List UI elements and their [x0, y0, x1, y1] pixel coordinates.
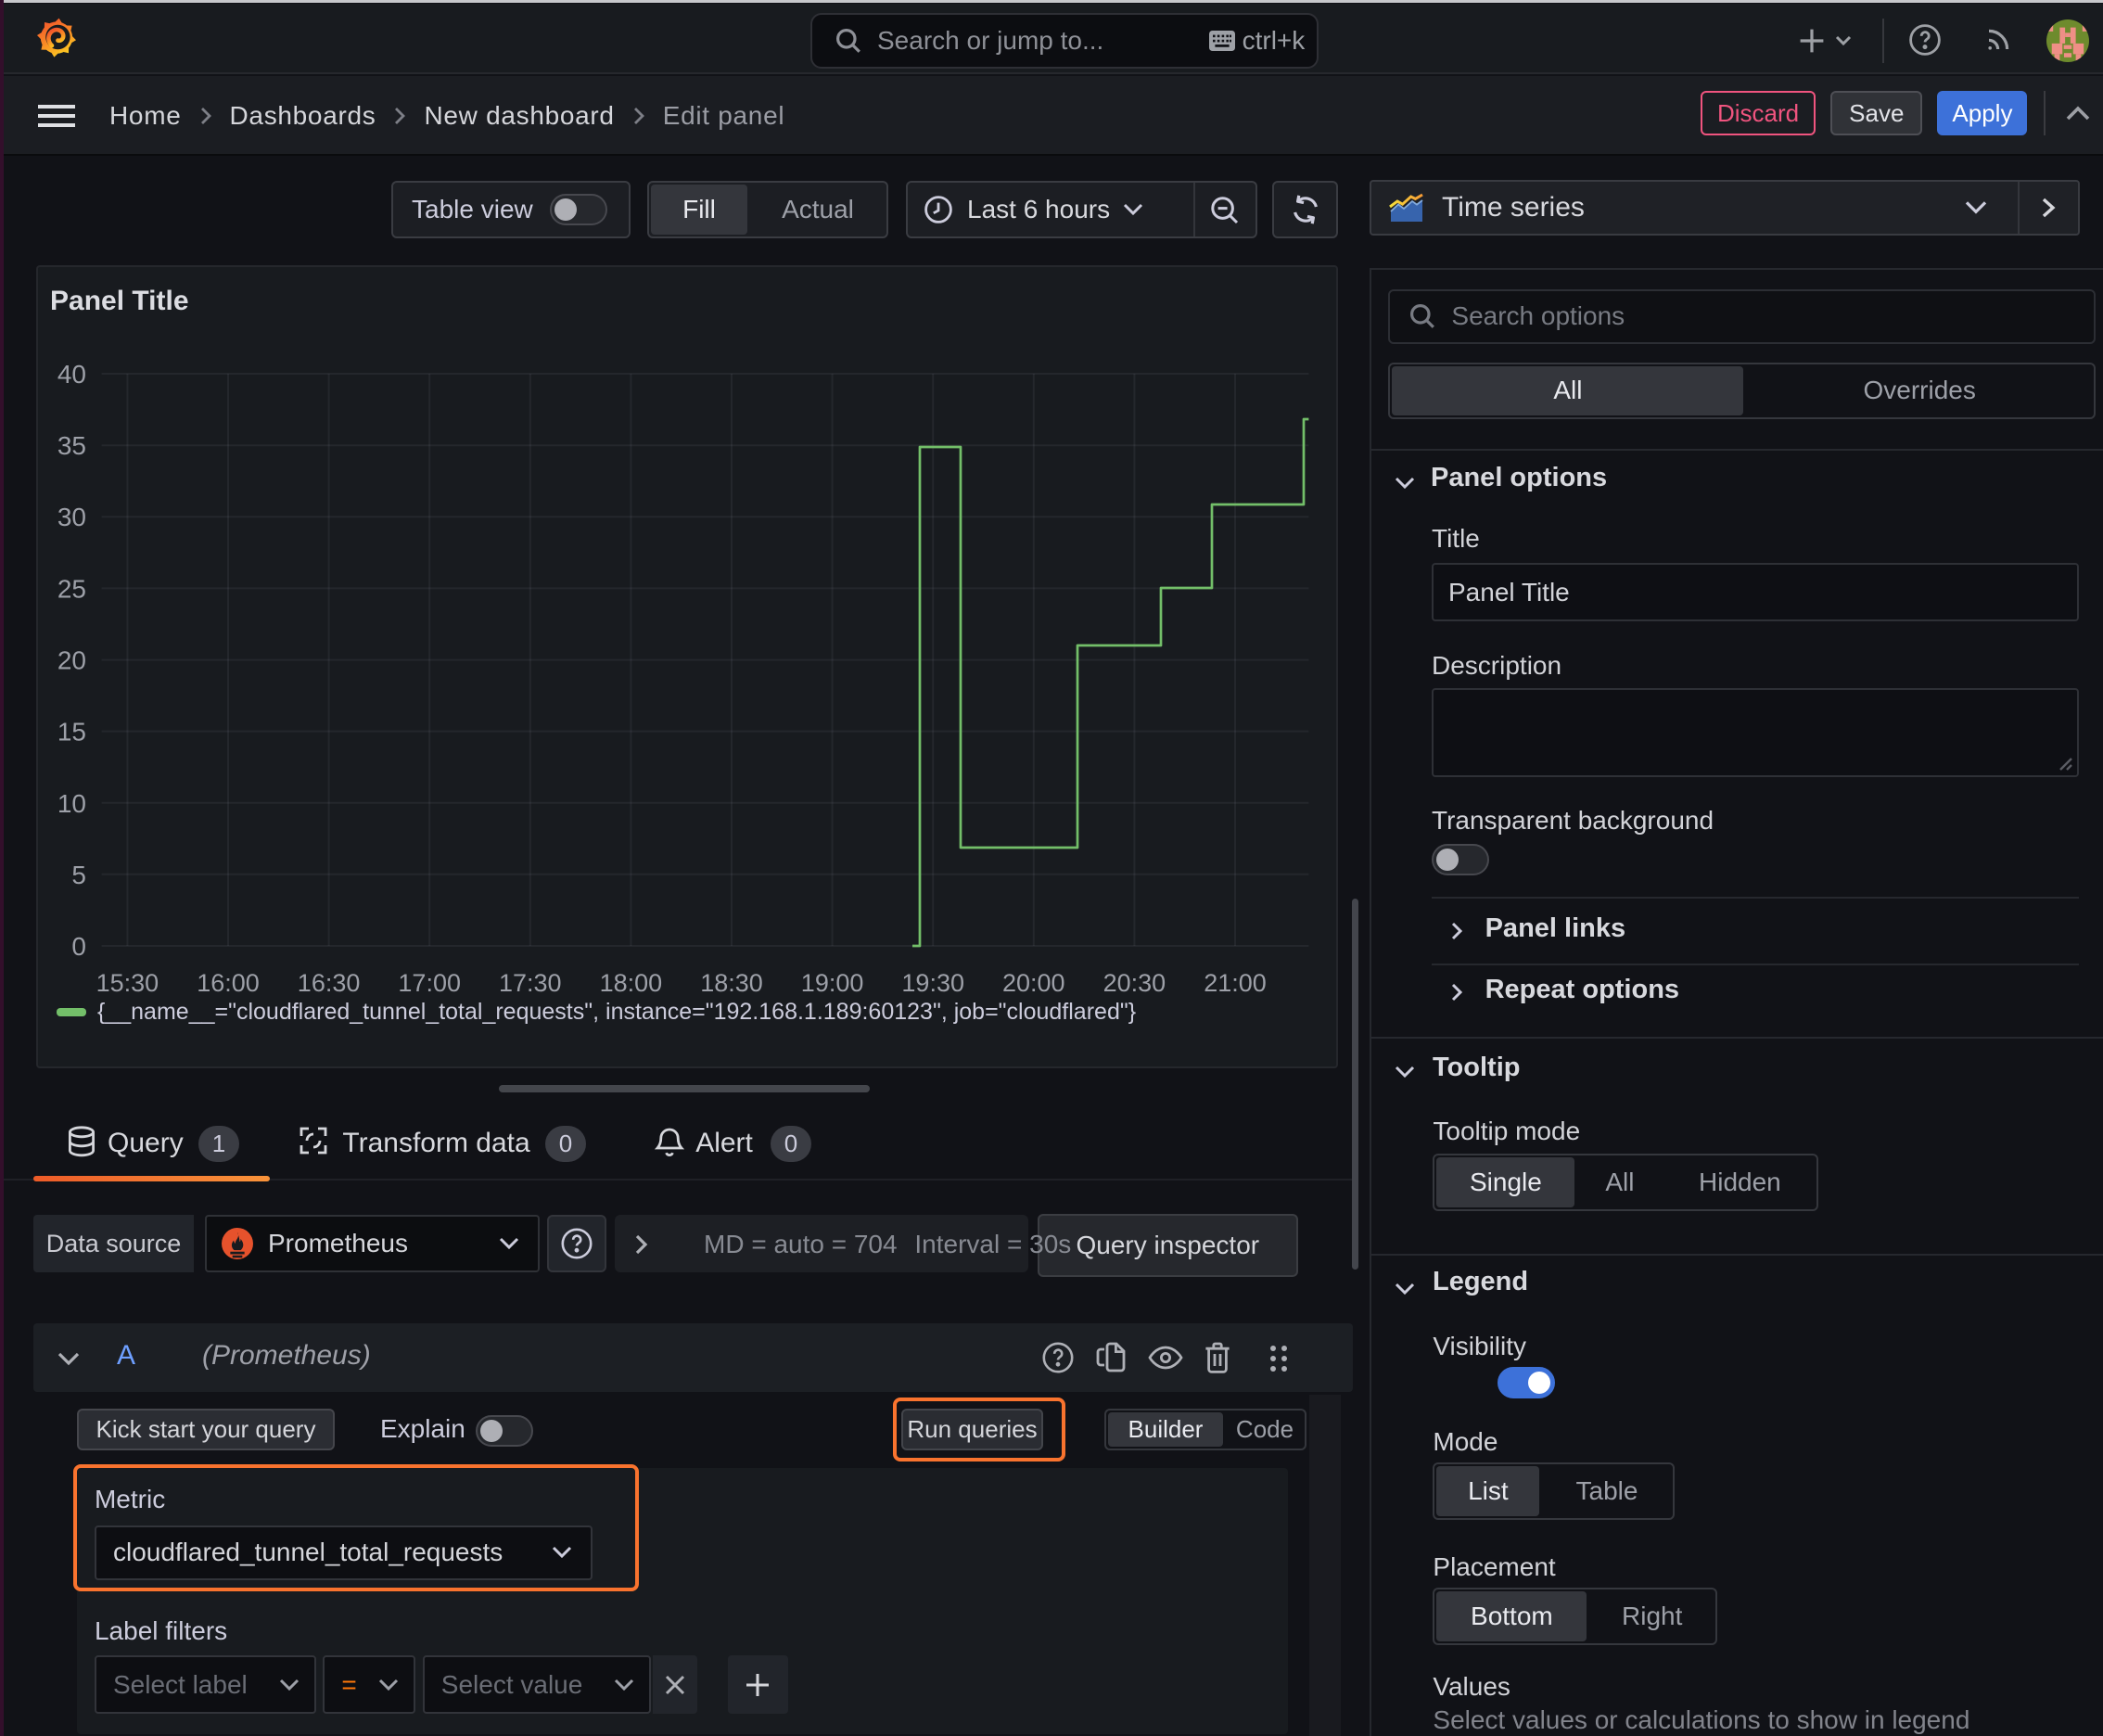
svg-text:17:00: 17:00: [398, 969, 461, 997]
svg-text:5: 5: [71, 861, 86, 889]
svg-text:15: 15: [57, 718, 86, 747]
svg-text:20: 20: [57, 646, 86, 675]
svg-text:16:30: 16:30: [298, 969, 361, 997]
svg-text:0: 0: [71, 932, 86, 961]
svg-text:20:00: 20:00: [1002, 969, 1065, 997]
svg-text:30: 30: [57, 503, 86, 531]
svg-text:10: 10: [57, 789, 86, 818]
svg-text:16:00: 16:00: [197, 969, 260, 997]
svg-text:19:00: 19:00: [801, 969, 864, 997]
svg-text:20:30: 20:30: [1103, 969, 1166, 997]
svg-text:40: 40: [57, 360, 86, 389]
svg-text:17:30: 17:30: [499, 969, 562, 997]
svg-text:25: 25: [57, 574, 86, 603]
svg-text:18:30: 18:30: [700, 969, 763, 997]
svg-text:15:30: 15:30: [96, 969, 159, 997]
svg-text:21:00: 21:00: [1204, 969, 1267, 997]
svg-text:35: 35: [57, 431, 86, 460]
svg-text:18:00: 18:00: [600, 969, 663, 997]
svg-text:19:30: 19:30: [901, 969, 964, 997]
